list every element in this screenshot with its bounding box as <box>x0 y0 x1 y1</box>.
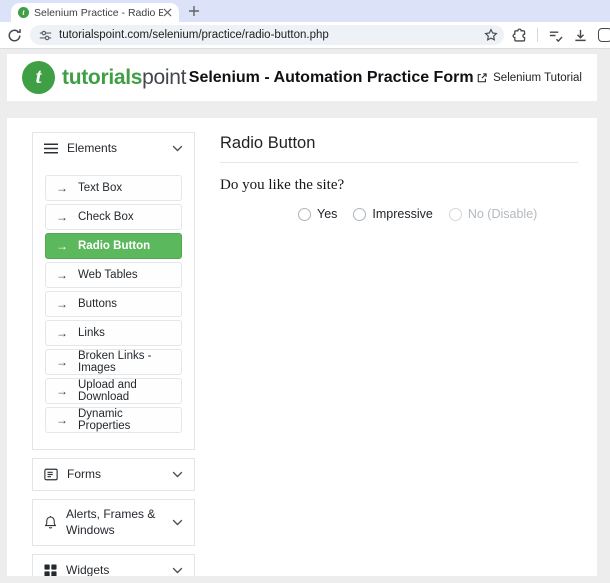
arrow-right-icon: → <box>56 210 68 224</box>
section-label: Elements <box>67 141 117 157</box>
radio-circle-icon[interactable] <box>298 208 311 221</box>
radio-label: No (Disable) <box>468 207 537 221</box>
sidebar-item-buttons[interactable]: → Buttons <box>45 291 182 317</box>
arrow-right-icon: → <box>56 413 68 427</box>
toolbar-actions <box>512 28 603 43</box>
tutorialspoint-logo-icon: t <box>22 61 55 94</box>
sidebar-header-forms[interactable]: Forms <box>33 459 194 490</box>
sidebar-item-web-tables[interactable]: → Web Tables <box>45 262 182 288</box>
sidebar-item-label: Web Tables <box>78 269 138 281</box>
page-background: t tutorialspoint Selenium - Automation P… <box>0 49 610 582</box>
content-panel: Elements → Text Box → Check Box <box>7 118 597 576</box>
hamburger-icon <box>44 143 58 154</box>
radio-question: Do you like the site? <box>220 177 578 194</box>
sidebar-item-radio-button[interactable]: → Radio Button <box>45 233 182 259</box>
sidebar-item-broken-links[interactable]: → Broken Links - Images <box>45 349 182 375</box>
sidebar-item-label: Broken Links - Images <box>78 350 171 374</box>
tab-close-icon[interactable] <box>163 8 172 17</box>
sidebar-item-label: Upload and Download <box>78 379 171 403</box>
chevron-down-icon <box>172 567 183 574</box>
sidebar-item-label: Radio Button <box>78 240 150 252</box>
download-icon[interactable] <box>573 28 588 43</box>
logo-wordmark: tutorialspoint <box>62 66 186 90</box>
sidebar-item-dynamic-properties[interactable]: → Dynamic Properties <box>45 407 182 433</box>
arrow-right-icon: → <box>56 181 68 195</box>
radio-group: Yes Impressive No (Disable) <box>298 207 578 221</box>
content-heading: Radio Button <box>220 134 578 163</box>
sidebar-elements-list: → Text Box → Check Box → Radio Button → … <box>33 164 194 449</box>
radio-label: Impressive <box>372 207 432 221</box>
chevron-down-icon <box>172 145 183 152</box>
section-label: Forms <box>67 467 101 483</box>
sidebar-header-alerts[interactable]: Alerts, Frames & Windows <box>33 500 194 545</box>
selenium-tutorial-link[interactable]: Selenium Tutorial <box>476 72 582 84</box>
radio-impressive[interactable]: Impressive <box>353 207 432 221</box>
bookmark-star-icon[interactable] <box>484 28 498 42</box>
chevron-down-icon <box>172 519 183 526</box>
sidebar-item-label: Text Box <box>78 182 122 194</box>
bell-icon <box>44 515 57 530</box>
sidebar-item-upload-download[interactable]: → Upload and Download <box>45 378 182 404</box>
browser-toolbar: tutorialspoint.com/selenium/practice/rad… <box>0 22 610 49</box>
site-info-icon[interactable] <box>39 29 52 42</box>
address-bar[interactable]: tutorialspoint.com/selenium/practice/rad… <box>30 25 504 45</box>
radio-label: Yes <box>317 207 337 221</box>
selenium-tutorial-label: Selenium Tutorial <box>493 72 582 84</box>
arrow-right-icon: → <box>56 239 68 253</box>
browser-tab-strip: t Selenium Practice - Radio Bu <box>0 0 610 22</box>
sidebar-section-alerts: Alerts, Frames & Windows <box>32 499 195 546</box>
sidebar-item-links[interactable]: → Links <box>45 320 182 346</box>
tab-title: Selenium Practice - Radio Bu <box>34 7 163 19</box>
toolbar-divider <box>537 28 538 42</box>
sidebar-item-label: Links <box>78 327 105 339</box>
site-favicon-icon: t <box>18 7 29 18</box>
sidebar-item-text-box[interactable]: → Text Box <box>45 175 182 201</box>
sidebar-section-forms: Forms <box>32 458 195 491</box>
sidebar: Elements → Text Box → Check Box <box>32 132 195 576</box>
browser-tab[interactable]: t Selenium Practice - Radio Bu <box>11 3 179 22</box>
sidebar-item-label: Buttons <box>78 298 117 310</box>
arrow-right-icon: → <box>56 355 68 369</box>
external-link-icon <box>476 72 488 84</box>
main-content: Radio Button Do you like the site? Yes I… <box>220 134 578 221</box>
section-label: Widgets <box>66 563 109 576</box>
sidebar-header-elements[interactable]: Elements <box>33 133 194 164</box>
arrow-right-icon: → <box>56 326 68 340</box>
reading-list-icon[interactable] <box>548 28 563 43</box>
reload-icon[interactable] <box>7 28 22 43</box>
radio-circle-icon[interactable] <box>353 208 366 221</box>
sidebar-item-label: Dynamic Properties <box>78 408 171 432</box>
sidebar-section-widgets: Widgets <box>32 554 195 576</box>
arrow-right-icon: → <box>56 384 68 398</box>
tutorialspoint-logo[interactable]: t tutorialspoint <box>22 61 186 94</box>
radio-circle-icon <box>449 208 462 221</box>
arrow-right-icon: → <box>56 297 68 311</box>
profile-icon[interactable] <box>598 28 610 42</box>
form-icon <box>44 468 58 481</box>
extensions-icon[interactable] <box>512 28 527 43</box>
radio-no-disabled: No (Disable) <box>449 207 537 221</box>
url-text[interactable]: tutorialspoint.com/selenium/practice/rad… <box>59 29 477 41</box>
chevron-down-icon <box>172 471 183 478</box>
page-title: Selenium - Automation Practice Form <box>186 69 476 87</box>
section-label: Alerts, Frames & Windows <box>66 507 163 538</box>
grid-icon <box>44 564 57 576</box>
sidebar-item-label: Check Box <box>78 211 134 223</box>
sidebar-section-elements: Elements → Text Box → Check Box <box>32 132 195 450</box>
radio-yes[interactable]: Yes <box>298 207 337 221</box>
site-header: t tutorialspoint Selenium - Automation P… <box>7 54 597 101</box>
sidebar-item-check-box[interactable]: → Check Box <box>45 204 182 230</box>
new-tab-button[interactable] <box>188 5 200 17</box>
sidebar-header-widgets[interactable]: Widgets <box>33 555 194 576</box>
arrow-right-icon: → <box>56 268 68 282</box>
